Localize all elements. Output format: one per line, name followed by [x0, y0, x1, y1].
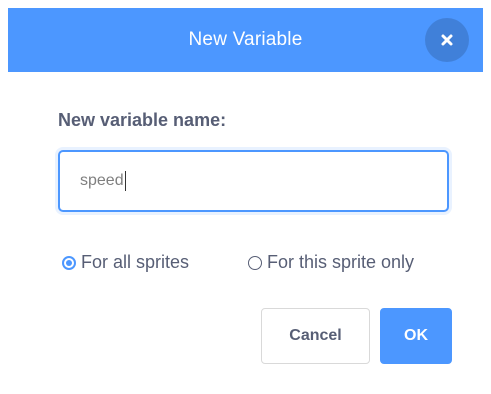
- text-caret: [124, 171, 126, 191]
- close-button[interactable]: [425, 18, 469, 62]
- radio-unselected-icon: [248, 255, 262, 270]
- radio-for-this-sprite-only-label: For this sprite only: [267, 252, 415, 272]
- close-icon: [440, 33, 454, 47]
- variable-name-input[interactable]: speed: [58, 150, 449, 212]
- variable-name-value: speed: [80, 172, 124, 189]
- radio-for-all-sprites[interactable]: For all sprites: [62, 252, 189, 273]
- cancel-button[interactable]: Cancel: [261, 308, 370, 364]
- variable-name-label: New variable name:: [58, 110, 227, 130]
- radio-selected-icon: [62, 255, 76, 270]
- dialog-header: New Variable: [8, 8, 483, 72]
- ok-button[interactable]: OK: [380, 308, 452, 364]
- dialog-title: New Variable: [188, 29, 303, 50]
- radio-for-all-sprites-label: For all sprites: [81, 252, 190, 272]
- new-variable-dialog: New Variable New variable name: speed Fo…: [0, 0, 491, 394]
- radio-for-this-sprite-only[interactable]: For this sprite only: [248, 252, 414, 273]
- dialog-body: New variable name: speed For all sprites…: [8, 72, 483, 394]
